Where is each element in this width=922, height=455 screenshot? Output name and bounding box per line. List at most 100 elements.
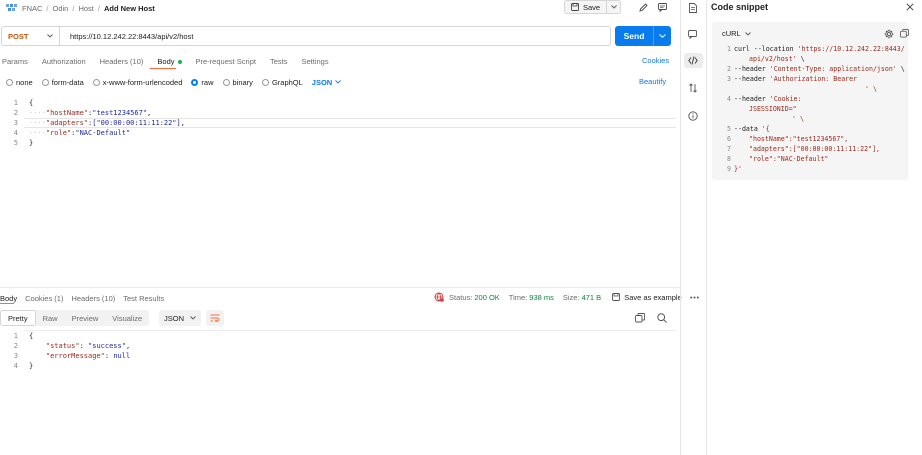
view-tab-visualize[interactable]: Visualize <box>105 310 149 326</box>
cookies-link[interactable]: Cookies <box>642 56 669 65</box>
response-tab-test-results[interactable]: Test Results <box>123 294 164 303</box>
tab-authorization[interactable]: Authorization <box>42 57 86 66</box>
code-icon <box>688 56 698 65</box>
request-body-editor[interactable]: 1 2 3 4 5 { ····"hostName":"test1234567"… <box>0 98 680 158</box>
view-tab-raw[interactable]: Raw <box>36 310 65 326</box>
size-label: Size: <box>562 292 580 302</box>
line-number: 4 <box>727 95 731 103</box>
save-as-example-label: Save as example <box>624 292 682 302</box>
response-body-viewer[interactable]: 1 2 3 4 { "status": "success", "errorMes… <box>0 331 680 373</box>
save-as-example-button[interactable]: Save as example <box>612 293 682 302</box>
response-tab-cookies[interactable]: Cookies (1) <box>25 294 63 303</box>
body-format-select[interactable]: JSON <box>312 78 342 87</box>
tab-pre-request-script[interactable]: Pre-request Script <box>196 57 256 66</box>
related-collections-button[interactable] <box>689 83 697 95</box>
snippet-language-select[interactable]: cURL <box>722 29 751 38</box>
info-button[interactable] <box>688 111 698 123</box>
status-value[interactable]: 200 OK <box>474 293 499 302</box>
copy-icon <box>900 29 909 38</box>
document-icon <box>689 3 697 13</box>
search-response-button[interactable] <box>657 313 667 325</box>
body-type-none[interactable]: none <box>6 78 33 87</box>
time-value[interactable]: 938 ms <box>529 293 554 302</box>
tab-body[interactable]: Body <box>157 56 182 66</box>
snippet-line: "role":"NAC-Default" <box>749 155 829 163</box>
tab-tests[interactable]: Tests <box>270 57 288 66</box>
code-line: } <box>29 139 34 147</box>
documentation-button[interactable] <box>689 3 697 15</box>
radio-label: form-data <box>51 77 84 87</box>
code-line: ····"hostName":"test1234567", <box>29 109 152 117</box>
radio-label: binary <box>232 77 253 87</box>
wrap-lines-button[interactable] <box>206 310 224 326</box>
tab-headers[interactable]: Headers (10) <box>100 57 144 66</box>
response-format-select[interactable]: JSON <box>159 310 201 326</box>
snippet-settings-button[interactable] <box>884 29 894 41</box>
response-format-value: JSON <box>164 313 185 323</box>
save-button-group: Save <box>564 0 622 14</box>
snippet-line: ' \ <box>749 84 877 94</box>
breadcrumb-item-odin[interactable]: Odin <box>53 4 69 13</box>
copy-response-button[interactable] <box>635 313 645 325</box>
send-button[interactable]: Send <box>615 31 653 41</box>
url-value: https://10.12.242.22:8443/api/v2/host <box>70 31 194 41</box>
comments-panel-button[interactable] <box>688 30 697 41</box>
send-options-button[interactable] <box>653 26 671 46</box>
snippet-line: }' <box>734 165 742 173</box>
comments-button[interactable] <box>655 1 669 13</box>
response-tab-body[interactable]: Body <box>0 294 17 303</box>
gear-icon <box>884 29 894 39</box>
method-select[interactable]: POST <box>1 26 59 46</box>
error-globe-icon[interactable] <box>434 292 444 302</box>
code-line: { <box>29 332 34 340</box>
code-snippet-button[interactable] <box>688 56 698 67</box>
snippet-line: ' \ <box>792 115 804 123</box>
edit-button[interactable] <box>636 1 650 13</box>
pane-divider[interactable] <box>0 287 680 288</box>
line-number: 3 <box>13 119 18 127</box>
body-type-binary[interactable]: binary <box>222 77 253 87</box>
tab-params[interactable]: Params <box>2 57 28 66</box>
breadcrumb-item-fnac[interactable]: FNAC <box>22 4 42 13</box>
code-line: ····"role":"NAC-Default" <box>29 129 131 137</box>
close-panel-button[interactable] <box>906 3 914 13</box>
radio-button <box>222 78 230 86</box>
response-tab-headers[interactable]: Headers (10) <box>71 294 115 303</box>
tab-settings[interactable]: Settings <box>301 57 328 66</box>
request-tabs: Params Authorization Headers (10) Body P… <box>2 55 343 67</box>
body-type-urlencoded[interactable]: x-www-form-urlencoded <box>92 78 182 87</box>
breadcrumb-item-host[interactable]: Host <box>78 4 93 13</box>
snippet-line: curl --location 'https://10.12.242.22:84… <box>734 45 905 53</box>
save-button[interactable]: Save <box>565 1 606 13</box>
line-number: 2 <box>13 342 18 350</box>
tab-body-label: Body <box>157 56 175 66</box>
body-type-raw[interactable]: raw <box>191 78 214 87</box>
snippet-line: "hostName":"test1234567", <box>749 135 849 143</box>
radio-button <box>6 78 13 86</box>
breadcrumb: FNAC / Odin / Host / Add New Host <box>6 3 155 14</box>
view-tab-pretty[interactable]: Pretty <box>0 310 36 326</box>
body-type-form-data[interactable]: form-data <box>41 77 84 87</box>
response-tabs: Body Cookies (1) Headers (10) Test Resul… <box>0 292 178 304</box>
snippet-line: --header 'Authorization: Bearer <box>734 75 858 83</box>
body-modified-dot <box>177 59 182 64</box>
url-input[interactable]: https://10.12.242.22:8443/api/v2/host <box>59 26 611 46</box>
save-label: Save <box>583 2 601 12</box>
line-number: 5 <box>727 125 731 133</box>
size-value[interactable]: 471 B <box>582 293 602 302</box>
search-icon <box>657 313 667 323</box>
chevron-down-icon <box>610 5 617 9</box>
view-tab-preview[interactable]: Preview <box>65 310 106 326</box>
copy-snippet-button[interactable] <box>900 29 909 40</box>
chevron-down-icon <box>190 316 196 320</box>
radio-button <box>41 78 49 86</box>
arrow-swap-icon <box>689 83 697 93</box>
response-view-tabs: Pretty Raw Preview Visualize <box>0 310 150 326</box>
line-number: 7 <box>727 145 731 153</box>
method-value: POST <box>8 31 29 41</box>
beautify-link[interactable]: Beautify <box>639 77 666 86</box>
line-number: 8 <box>727 155 731 163</box>
body-type-graphql[interactable]: GraphQL <box>261 78 303 87</box>
save-options-button[interactable] <box>606 1 620 13</box>
radio-button <box>261 78 269 86</box>
